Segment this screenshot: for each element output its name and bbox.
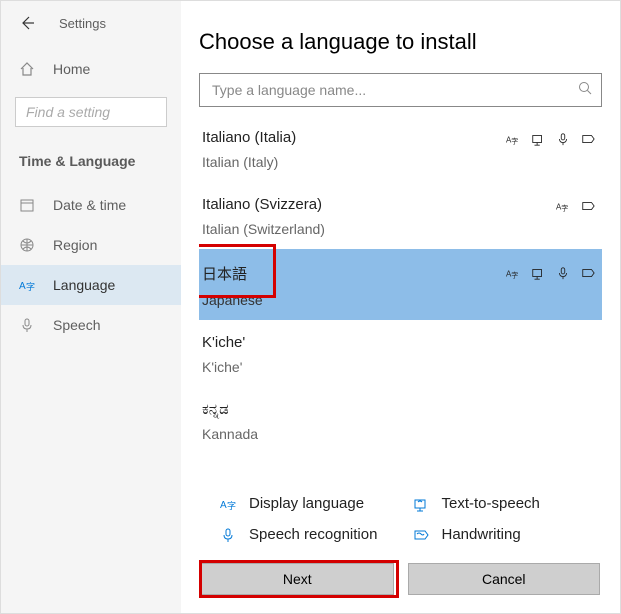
feature-legend: A字 Display language Text-to-speech Speec… bbox=[199, 477, 602, 557]
language-native: Italiano (Italia) bbox=[202, 129, 296, 146]
sidebar-home[interactable]: Home bbox=[1, 51, 181, 87]
microphone-icon bbox=[19, 317, 41, 333]
speech-recognition-icon bbox=[219, 527, 237, 543]
language-native: ಕನ್ನಡ bbox=[202, 401, 258, 418]
main-panel: Choose a language to install Italiano (I… bbox=[181, 1, 620, 613]
text-to-speech-icon bbox=[412, 496, 430, 512]
handwriting-icon bbox=[580, 265, 596, 281]
sidebar-title: Settings bbox=[59, 16, 106, 31]
legend-tts: Text-to-speech bbox=[412, 495, 595, 512]
sidebar-item-language[interactable]: A字 Language bbox=[1, 265, 181, 305]
sidebar-item-speech[interactable]: Speech bbox=[1, 305, 181, 345]
tts-icon bbox=[530, 265, 546, 281]
handwriting-icon bbox=[580, 198, 596, 214]
tts-icon bbox=[530, 131, 546, 147]
svg-text:字: 字 bbox=[511, 136, 518, 145]
language-item[interactable]: Italiano (Italia) Italian (Italy) A字 bbox=[199, 115, 602, 182]
svg-text:字: 字 bbox=[26, 281, 35, 292]
legend-display: A字 Display language bbox=[219, 495, 402, 512]
sidebar-item-label: Speech bbox=[53, 317, 100, 333]
section-label: Time & Language bbox=[1, 141, 181, 185]
svg-text:A: A bbox=[220, 500, 227, 511]
cancel-button[interactable]: Cancel bbox=[408, 563, 601, 595]
page-title: Choose a language to install bbox=[199, 29, 602, 55]
language-item[interactable]: K'iche' K'iche' bbox=[199, 320, 602, 387]
language-search-input[interactable] bbox=[199, 73, 602, 107]
handwriting-icon bbox=[580, 131, 596, 147]
speech-icon bbox=[555, 131, 571, 147]
svg-text:字: 字 bbox=[561, 203, 568, 212]
home-label: Home bbox=[53, 61, 90, 77]
legend-speech: Speech recognition bbox=[219, 526, 402, 543]
sidebar-item-label: Region bbox=[53, 237, 97, 253]
display-icon: A字 bbox=[555, 198, 571, 214]
calendar-icon bbox=[19, 197, 41, 213]
language-icon: A字 bbox=[19, 277, 41, 293]
search-icon bbox=[578, 81, 592, 95]
display-language-icon: A字 bbox=[219, 496, 237, 512]
back-icon[interactable] bbox=[19, 15, 39, 31]
sidebar-item-label: Date & time bbox=[53, 197, 126, 213]
find-setting-input[interactable] bbox=[15, 97, 167, 127]
find-setting[interactable] bbox=[15, 97, 167, 127]
legend-handwriting: Handwriting bbox=[412, 526, 595, 543]
language-feature-icons: A字 bbox=[505, 263, 596, 281]
language-english: Kannada bbox=[202, 426, 258, 442]
sidebar-item-region[interactable]: Region bbox=[1, 225, 181, 265]
language-list[interactable]: Italiano (Italia)Italian (Italy)A字Italia… bbox=[199, 115, 602, 477]
sidebar-item-label: Language bbox=[53, 277, 115, 293]
next-button[interactable]: Next bbox=[201, 563, 394, 595]
language-feature-icons: A字 bbox=[505, 129, 596, 147]
handwriting-icon bbox=[412, 527, 430, 543]
sidebar-item-date-time[interactable]: Date & time bbox=[1, 185, 181, 225]
language-item[interactable]: 日本語 Japanese A字 bbox=[199, 249, 602, 320]
language-english: Japanese bbox=[202, 292, 263, 308]
svg-text:字: 字 bbox=[511, 270, 518, 279]
display-icon: A字 bbox=[505, 131, 521, 147]
language-native: K'iche' bbox=[202, 334, 245, 351]
svg-text:字: 字 bbox=[227, 500, 236, 511]
sidebar: Settings Home Time & Language Date & tim… bbox=[1, 1, 181, 613]
display-icon: A字 bbox=[505, 265, 521, 281]
language-feature-icons: A字 bbox=[555, 196, 596, 214]
language-native: Italiano (Svizzera) bbox=[202, 196, 325, 213]
language-item[interactable]: Italiano (Svizzera) Italian (Switzerland)… bbox=[199, 182, 602, 249]
svg-text:A: A bbox=[19, 281, 26, 292]
globe-icon bbox=[19, 237, 41, 253]
speech-icon bbox=[555, 265, 571, 281]
language-native: 日本語 bbox=[202, 263, 263, 284]
language-item[interactable]: ಕನ್ನಡ Kannada bbox=[199, 387, 602, 454]
language-english: Italian (Italy) bbox=[202, 154, 296, 170]
home-icon bbox=[19, 61, 41, 77]
language-english: K'iche' bbox=[202, 359, 245, 375]
language-english: Italian (Switzerland) bbox=[202, 221, 325, 237]
